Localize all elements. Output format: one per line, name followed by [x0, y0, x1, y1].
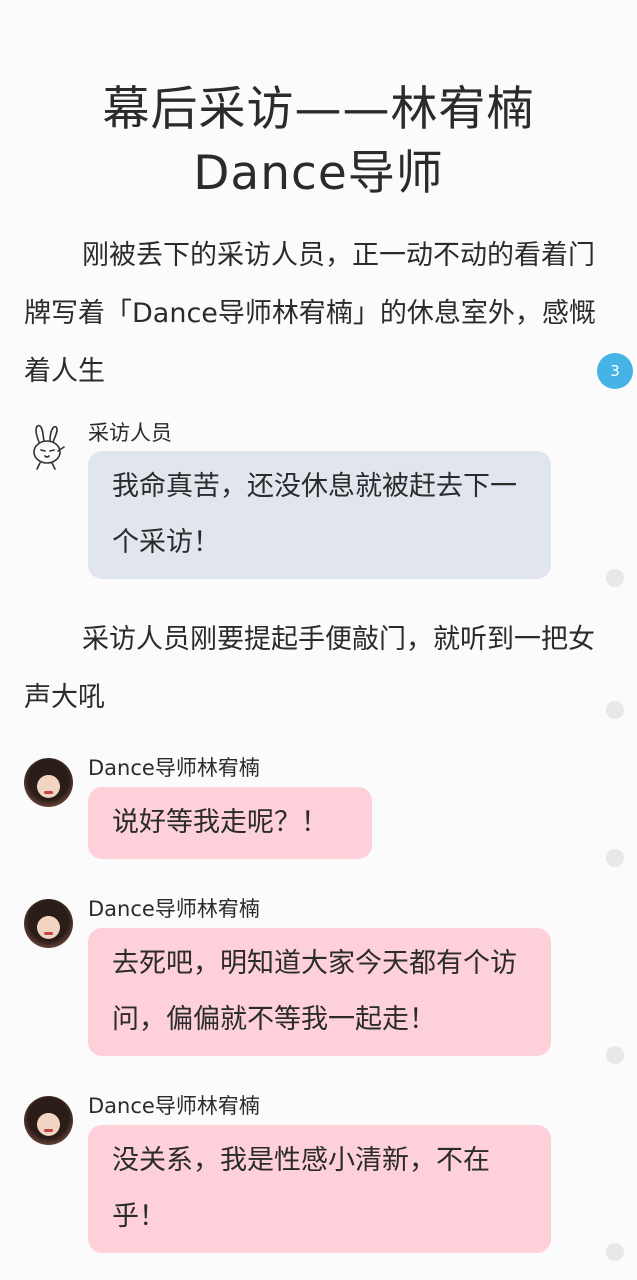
- chat-bubble: 我命真苦，还没休息就被赶去下一个采访！: [88, 451, 551, 579]
- chat-bubble: 去死吧，明知道大家今天都有个访问，偏偏就不等我一起走！: [88, 928, 551, 1056]
- comment-count-badge[interactable]: 3: [597, 353, 633, 389]
- chat-bubble: 说好等我走呢？！: [88, 787, 372, 859]
- title-line-2: Dance导师: [193, 146, 444, 201]
- avatar: [24, 899, 73, 948]
- comment-dot[interactable]: [606, 1046, 624, 1064]
- comment-dot[interactable]: [606, 701, 624, 719]
- speaker-name: Dance导师林宥楠: [88, 756, 260, 780]
- speaker-name: Dance导师林宥楠: [88, 1094, 260, 1118]
- chat-bubble: 没关系，我是性感小清新，不在乎！: [88, 1125, 551, 1253]
- comment-dot[interactable]: [606, 569, 624, 587]
- comment-dot[interactable]: [606, 849, 624, 867]
- narration-paragraph: 刚被丢下的采访人员，正一动不动的看着门牌写着「Dance导师林宥楠」的休息室外，…: [24, 240, 596, 387]
- avatar: [24, 1096, 73, 1145]
- speaker-name: 采访人员: [88, 421, 172, 445]
- title-line-1: 幕后采访——林宥楠: [102, 82, 535, 137]
- comment-dot[interactable]: [606, 1243, 624, 1261]
- page-title: 幕后采访——林宥楠 Dance导师: [0, 78, 637, 206]
- narration-paragraph: 采访人员刚要提起手便敲门，就听到一把女声大吼: [24, 624, 595, 713]
- bunny-icon: [22, 420, 74, 472]
- speaker-name: Dance导师林宥楠: [88, 897, 260, 921]
- avatar: [24, 758, 73, 807]
